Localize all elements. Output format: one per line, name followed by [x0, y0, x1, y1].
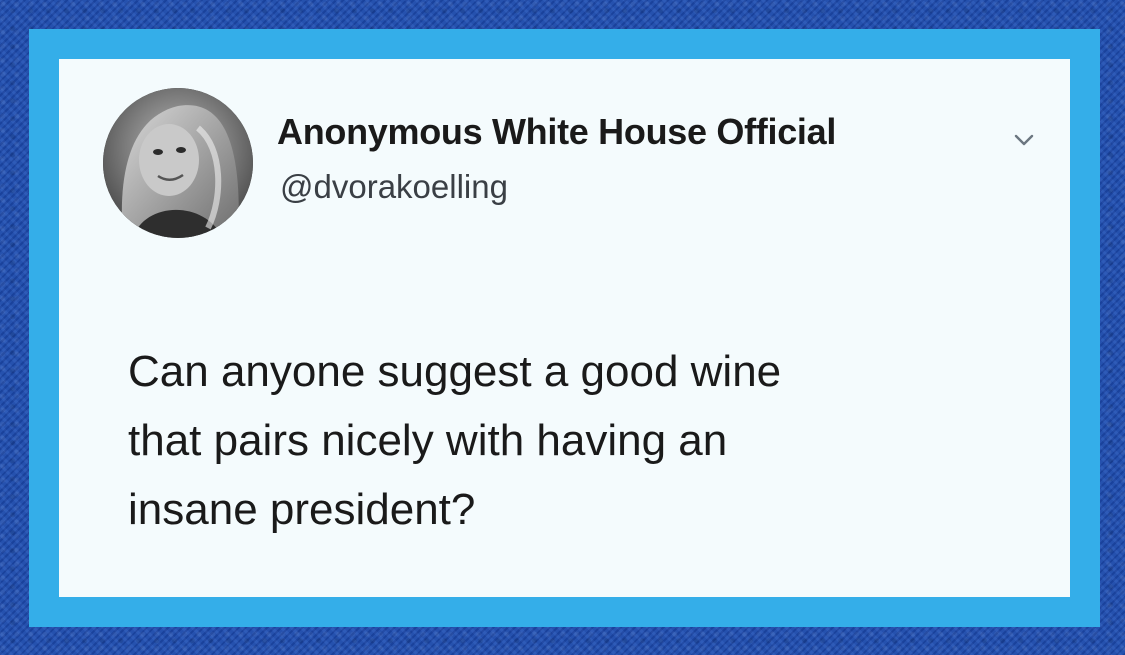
chevron-down-icon[interactable]: [1013, 133, 1035, 147]
author-display-name[interactable]: Anonymous White House Official: [277, 110, 836, 154]
avatar-photo: [103, 88, 253, 238]
tweet-text: Can anyone suggest a good wine that pair…: [128, 326, 1028, 555]
author-handle[interactable]: @dvorakoelling: [280, 167, 508, 207]
avatar[interactable]: [103, 88, 253, 238]
